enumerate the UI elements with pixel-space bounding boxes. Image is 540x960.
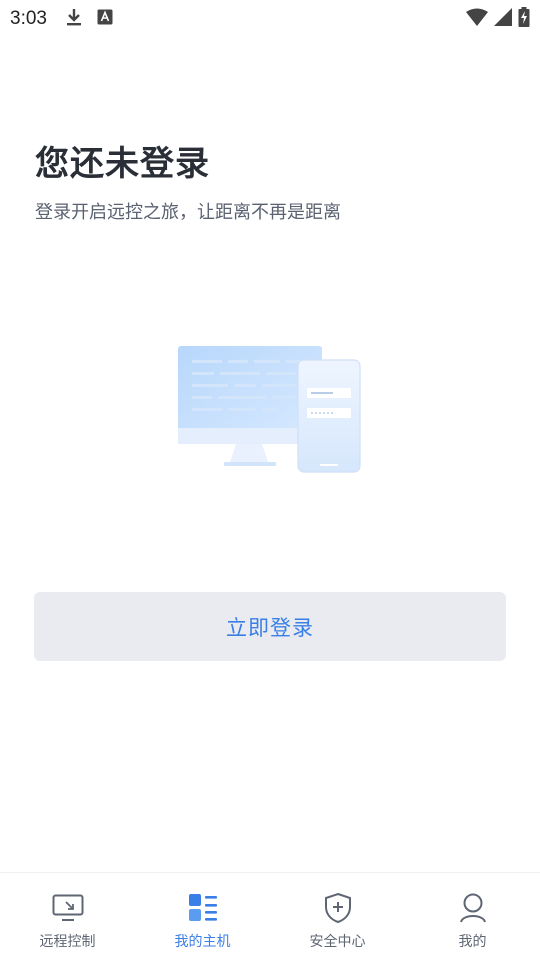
nav-label-security-center: 安全中心 bbox=[309, 934, 366, 950]
nav-label-remote-control: 远程控制 bbox=[39, 934, 96, 950]
nav-label-my-hosts: 我的主机 bbox=[174, 934, 231, 950]
status-time: 3:03 bbox=[10, 8, 47, 29]
bottom-nav: 远程控制 我的主机 安全中心 我的 bbox=[0, 872, 540, 960]
nav-item-my-hosts[interactable]: 我的主机 bbox=[135, 873, 270, 960]
battery-charging-icon bbox=[518, 7, 530, 31]
user-icon bbox=[456, 891, 490, 925]
login-button[interactable]: 立即登录 bbox=[34, 592, 506, 661]
status-notification-icons bbox=[65, 7, 113, 31]
keyboard-a-icon bbox=[97, 9, 113, 29]
remote-desktop-icon bbox=[51, 891, 85, 925]
nav-item-security-center[interactable]: 安全中心 bbox=[270, 873, 405, 960]
remote-devices-illustration bbox=[176, 344, 366, 476]
page-subtitle: 登录开启远控之旅，让距离不再是距离 bbox=[35, 202, 341, 223]
nav-label-me: 我的 bbox=[458, 934, 487, 950]
nav-item-remote-control[interactable]: 远程控制 bbox=[0, 873, 135, 960]
host-list-icon bbox=[186, 891, 220, 925]
wifi-icon bbox=[466, 8, 488, 30]
signal-icon bbox=[494, 8, 512, 30]
download-icon bbox=[65, 7, 83, 31]
status-system-icons bbox=[466, 7, 530, 31]
nav-item-me[interactable]: 我的 bbox=[405, 873, 540, 960]
app-screen: 3:03 您还未登录 登录开启远控之旅，让距离不再是距离 立即登录 远程控制 我… bbox=[0, 0, 540, 960]
page-title: 您还未登录 bbox=[35, 144, 210, 184]
shield-plus-icon bbox=[321, 891, 355, 925]
status-bar: 3:03 bbox=[0, 0, 540, 38]
